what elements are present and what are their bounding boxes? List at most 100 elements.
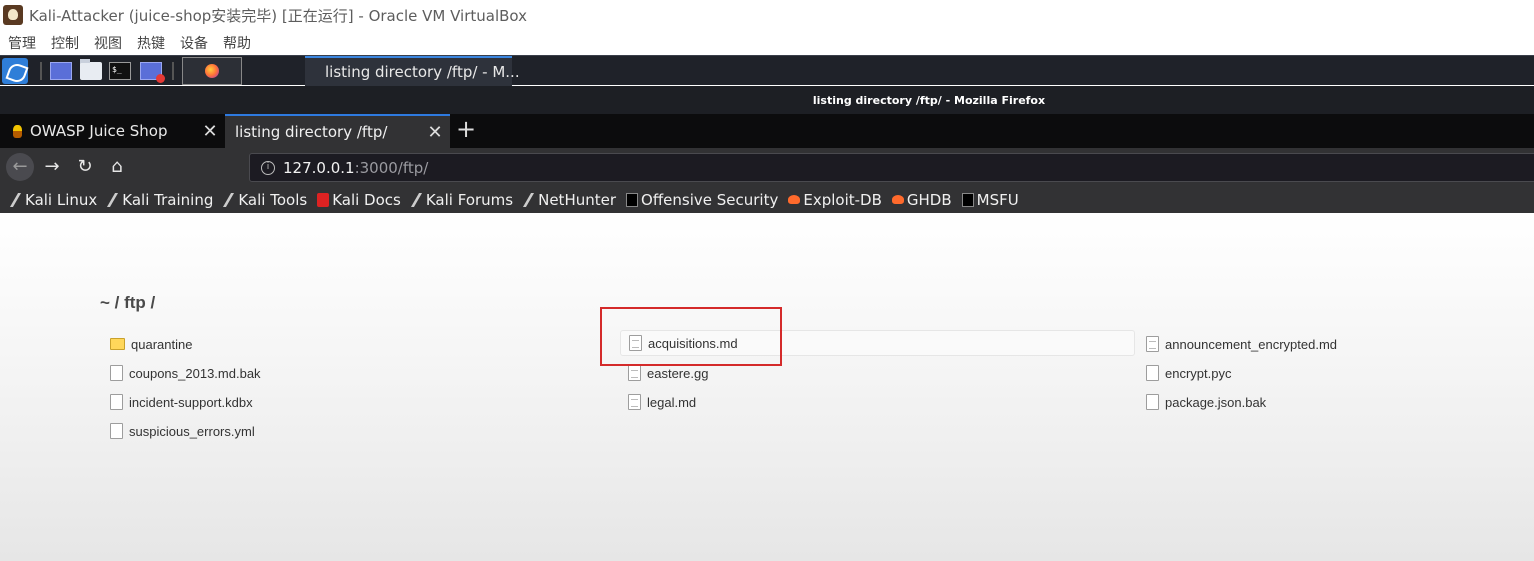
kali-dragon-icon (9, 192, 25, 207)
file-name: quarantine (131, 336, 193, 352)
bookmark-label: Kali Training (122, 190, 214, 209)
bookmark-label: NetHunter (538, 190, 617, 209)
bookmark-label: Kali Tools (238, 190, 308, 209)
virtualbox-window-title: Kali-Attacker (juice-shop安装完毕) [正在运行] - … (29, 6, 528, 25)
bookmark-kali-docs[interactable]: Kali Docs (317, 191, 401, 209)
bookmark-ghdb[interactable]: GHDB (891, 190, 952, 209)
bookmarks-toolbar: Kali Linux Kali Training Kali Tools Kali… (0, 186, 1534, 213)
kali-dragon-icon (223, 192, 238, 207)
menu-devices[interactable]: 设备 (180, 33, 208, 53)
bookmark-kali-tools[interactable]: Kali Tools (223, 191, 307, 209)
bookmark-nethunter[interactable]: NetHunter (523, 191, 616, 209)
tab-label: listing directory /ftp/ (235, 123, 388, 141)
document-icon (628, 365, 641, 381)
bookmark-kali-linux[interactable]: Kali Linux (9, 190, 98, 209)
menu-hotkeys[interactable]: 热键 (137, 33, 165, 53)
file-link-incident-support[interactable]: incident-support.kdbx (110, 389, 253, 415)
kali-dragon-icon (107, 192, 122, 207)
url-bar[interactable]: i 127.0.0.1 :3000/ftp/ (249, 153, 1534, 182)
show-desktop-icon[interactable] (50, 62, 72, 80)
file-name: eastere.gg (647, 365, 709, 381)
url-host: 127.0.0.1 (283, 158, 355, 177)
document-icon (1146, 336, 1159, 352)
bookmark-offensive-security[interactable]: Offensive Security (626, 191, 778, 209)
menu-view[interactable]: 视图 (94, 33, 122, 53)
bookmark-label: Kali Docs (332, 190, 401, 209)
tab-strip: OWASP Juice Shop ✕ listing directory /ft… (0, 114, 1534, 148)
kali-menu-icon[interactable] (2, 58, 28, 84)
navigation-toolbar: ← → ↻ ⌂ i 127.0.0.1 :3000/ftp/ (0, 148, 1534, 186)
file-icon (110, 394, 123, 410)
file-name: legal.md (647, 394, 697, 410)
file-link-quarantine[interactable]: quarantine (110, 331, 192, 357)
file-icon (1146, 394, 1159, 410)
file-link-package-json[interactable]: package.json.bak (1146, 389, 1266, 415)
tab-label: OWASP Juice Shop (30, 122, 168, 140)
bookmark-label: Kali Linux (25, 190, 98, 209)
nethunter-icon (523, 192, 538, 207)
screen-recorder-icon[interactable] (140, 62, 165, 83)
file-link-encrypt[interactable]: encrypt.pyc (1146, 360, 1231, 386)
file-name: announcement_encrypted.md (1165, 336, 1338, 352)
file-link-announcement-encrypted[interactable]: announcement_encrypted.md (1146, 331, 1337, 357)
bookmark-kali-training[interactable]: Kali Training (107, 191, 213, 209)
home-button[interactable]: ⌂ (103, 153, 131, 181)
panel-separator (40, 62, 42, 80)
file-manager-icon[interactable] (80, 59, 102, 80)
virtualbox-title-bar: Kali-Attacker (juice-shop安装完毕) [正在运行] - … (0, 0, 1534, 30)
menu-manage[interactable]: 管理 (8, 33, 36, 53)
close-tab-icon[interactable]: ✕ (420, 122, 450, 143)
bookmark-exploit-db[interactable]: Exploit-DB (788, 191, 882, 209)
annotation-highlight-box (600, 307, 782, 366)
file-name: coupons_2013.md.bak (129, 365, 261, 381)
juice-shop-favicon-icon (13, 124, 22, 138)
file-name: encrypt.pyc (1165, 365, 1232, 381)
ghdb-icon (891, 195, 904, 204)
menu-help[interactable]: 帮助 (223, 33, 251, 53)
workspace-switcher[interactable] (182, 57, 242, 85)
file-link-legal[interactable]: legal.md (628, 389, 696, 415)
bookmark-label: Exploit-DB (803, 190, 882, 209)
file-icon (110, 365, 123, 381)
menu-control[interactable]: 控制 (51, 33, 79, 53)
bookmark-label: GHDB (906, 190, 952, 209)
file-link-coupons[interactable]: coupons_2013.md.bak (110, 360, 261, 386)
reload-button[interactable]: ↻ (71, 153, 99, 181)
close-tab-icon[interactable]: ✕ (195, 121, 225, 142)
file-link-suspicious-errors[interactable]: suspicious_errors.yml (110, 418, 255, 444)
taskbar-firefox-window[interactable]: listing directory /ftp/ - M... (305, 56, 520, 86)
msfu-icon (961, 192, 974, 207)
back-button[interactable]: ← (6, 153, 34, 181)
kali-dragon-icon (410, 192, 425, 207)
bookmark-label: Offensive Security (641, 190, 779, 209)
bookmark-msfu[interactable]: MSFU (961, 190, 1019, 209)
bookmark-label: Kali Forums (425, 190, 514, 209)
panel-separator (172, 62, 174, 80)
file-name: package.json.bak (1165, 394, 1267, 410)
file-name: incident-support.kdbx (129, 394, 253, 410)
terminal-icon[interactable] (109, 62, 131, 80)
site-info-icon[interactable]: i (261, 160, 275, 175)
virtualbox-app-icon (3, 5, 23, 25)
bookmark-label: MSFU (976, 190, 1019, 209)
forward-button[interactable]: → (38, 153, 66, 181)
taskbar-window-label: listing directory /ftp/ - M... (325, 63, 520, 81)
exploit-db-icon (788, 195, 801, 204)
offensive-security-icon (626, 192, 639, 207)
tab-listing-directory[interactable]: listing directory /ftp/ ✕ (225, 114, 450, 148)
virtualbox-menu-bar: 管理 控制 视图 热键 设备 帮助 (0, 30, 1534, 55)
firefox-window-title: listing directory /ftp/ - Mozilla Firefo… (812, 93, 1046, 107)
page-content: ~ / ftp / quarantine acquisitions.md ann… (0, 213, 1534, 561)
url-path: :3000/ftp/ (354, 158, 429, 177)
firefox-title-bar: listing directory /ftp/ - Mozilla Firefo… (0, 86, 1534, 114)
breadcrumb: ~ / ftp / (100, 293, 156, 312)
kali-docs-icon (317, 192, 330, 207)
document-icon (628, 394, 641, 410)
file-icon (110, 423, 123, 439)
file-name: suspicious_errors.yml (129, 423, 255, 439)
file-icon (1146, 365, 1159, 381)
bookmark-kali-forums[interactable]: Kali Forums (410, 190, 514, 209)
new-tab-button[interactable]: + (455, 117, 477, 143)
firefox-icon (205, 64, 219, 78)
tab-owasp-juice-shop[interactable]: OWASP Juice Shop ✕ (0, 114, 225, 148)
